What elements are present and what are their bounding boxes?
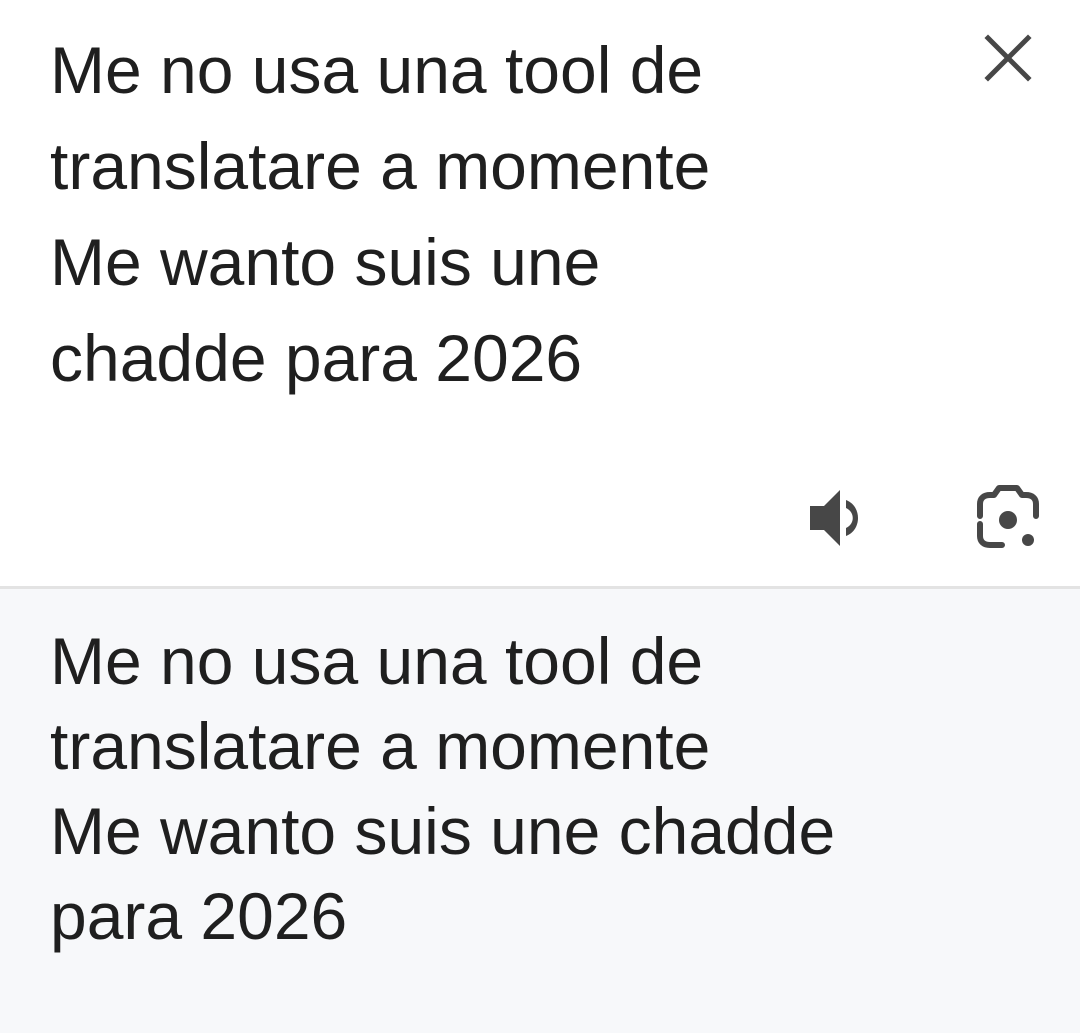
close-icon [984, 34, 1032, 82]
close-button[interactable] [978, 28, 1038, 88]
camera-lens-icon [977, 485, 1039, 548]
source-text[interactable]: Me no usa una tool de translatare a mome… [50, 22, 850, 406]
translation-text: Me no usa una tool de translatare a mome… [50, 624, 836, 953]
speaker-icon [810, 490, 858, 546]
lens-button[interactable] [972, 484, 1044, 552]
translation-panel: Me no usa una tool de translatare a mome… [0, 589, 1080, 1033]
source-panel: Me no usa una tool de translatare a mome… [0, 0, 1080, 586]
listen-button[interactable] [804, 484, 876, 552]
